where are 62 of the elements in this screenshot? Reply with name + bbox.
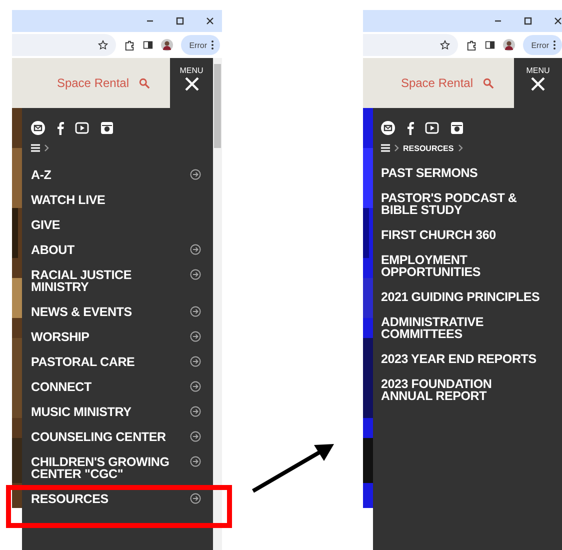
video-icon: [75, 122, 89, 134]
maximize-icon: [524, 17, 532, 25]
menu-icon: [31, 144, 40, 152]
menu-item[interactable]: RACIAL JUSTICE MINISTRY: [31, 268, 183, 292]
menu-item[interactable]: A-Z: [31, 168, 52, 180]
star-icon: [440, 40, 450, 50]
menu-item[interactable]: NEWS & EVENTS: [31, 306, 132, 318]
address-bar[interactable]: [12, 34, 116, 56]
mail-icon: [381, 121, 395, 135]
close-icon: [530, 76, 546, 92]
facebook-icon: [56, 121, 64, 135]
address-bar[interactable]: [363, 34, 458, 56]
video-icon: [425, 122, 439, 134]
menu-close-button[interactable]: MENU: [514, 58, 562, 108]
menu-item[interactable]: WORSHIP: [31, 330, 90, 342]
menu-item[interactable]: RESOURCES: [31, 492, 108, 504]
menu-item[interactable]: FIRST CHURCH 360: [381, 228, 496, 240]
puzzle-icon: [466, 40, 478, 50]
chevron-icon: [458, 144, 463, 152]
close-icon: [554, 17, 562, 25]
menu-icon: [381, 144, 390, 152]
avatar-icon: [161, 39, 174, 51]
menu-item[interactable]: PASTORAL CARE: [31, 356, 135, 368]
close-icon: [184, 76, 200, 92]
menu-item[interactable]: CHILDREN'S GROWING CENTER "CGC": [31, 456, 183, 480]
menu-item[interactable]: CONNECT: [31, 380, 92, 392]
sidebar-icon: [485, 40, 496, 50]
profile-button[interactable]: Error: [523, 35, 562, 55]
menu-item[interactable]: GIVE: [31, 218, 60, 230]
menu-item[interactable]: 2021 GUIDING PRINCIPLES: [381, 290, 540, 302]
more-icon: [553, 40, 556, 50]
menu-label: MENU: [526, 66, 550, 75]
camera-icon: [450, 121, 464, 135]
facebook-icon: [406, 121, 414, 135]
menu-item[interactable]: 2023 FOUNDATION ANNUAL REPORT: [381, 378, 541, 402]
star-icon: [98, 40, 108, 50]
menu-item[interactable]: WATCH LIVE: [31, 194, 106, 206]
search-icon: [483, 78, 494, 88]
more-icon: [211, 40, 214, 50]
chevron-icon: [394, 144, 399, 152]
sidebar-icon: [143, 40, 154, 50]
puzzle-icon: [124, 40, 136, 50]
search-icon: [139, 78, 150, 88]
menu-item[interactable]: COUNSELING CENTER: [31, 430, 166, 442]
camera-icon: [100, 121, 114, 135]
mail-icon: [31, 121, 45, 135]
chevron-icon: [44, 144, 49, 152]
menu-item[interactable]: ABOUT: [31, 244, 74, 256]
menu-label: MENU: [180, 66, 204, 75]
maximize-icon: [176, 17, 184, 25]
scrollbar[interactable]: [213, 58, 222, 550]
profile-button[interactable]: Error: [181, 35, 220, 55]
menu-item[interactable]: 2023 YEAR END REPORTS: [381, 352, 536, 364]
breadcrumb-link[interactable]: RESOURCES: [403, 144, 454, 152]
menu-item[interactable]: PAST SERMONS: [381, 166, 478, 178]
menu-item[interactable]: EMPLOYMENT OPPORTUNITIES: [381, 254, 541, 278]
menu-item[interactable]: ADMINISTRATIVE COMMITTEES: [381, 316, 541, 340]
menu-item[interactable]: PASTOR'S PODCAST & BIBLE STUDY: [381, 192, 541, 216]
menu-close-button[interactable]: MENU: [170, 58, 213, 108]
menu-item[interactable]: MUSIC MINISTRY: [31, 406, 132, 418]
close-icon: [206, 17, 214, 25]
avatar-icon: [503, 39, 516, 51]
